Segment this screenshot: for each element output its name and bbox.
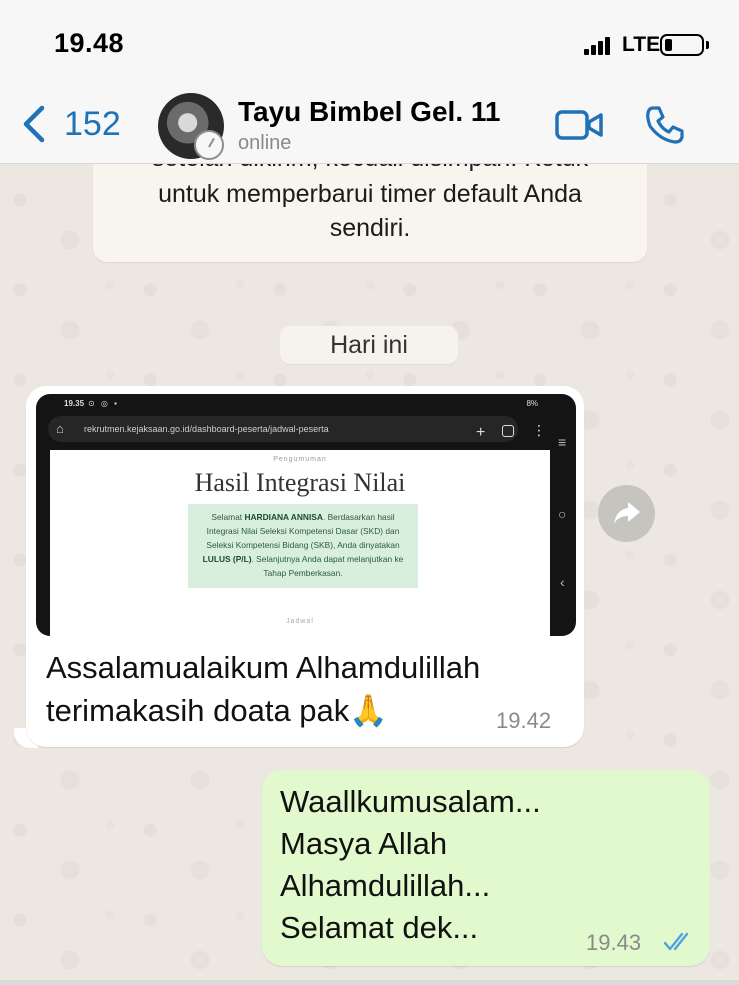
chevron-back-icon: ‹ [560, 574, 565, 590]
battery-icon [660, 34, 704, 56]
incoming-message[interactable]: 19.35 ⊙ ◎ ▪ 8% ⌂ rekrutmen.kejaksaan.go.… [26, 386, 584, 747]
battery-tip [706, 41, 709, 49]
screenshot-result-box: Selamat HARDIANA ANNISA. Berdasarkan has… [188, 504, 418, 588]
date-separator: Hari ini [280, 326, 458, 364]
result-intro: Selamat [211, 512, 243, 522]
screenshot-page: Pengumuman Hasil Integrasi Nilai Selamat… [50, 450, 550, 636]
phone-icon[interactable] [644, 104, 686, 146]
result-end: . Selanjutnya Anda dapat melanjutkan ke … [251, 554, 404, 578]
chat-header: 152 Tayu Bimbel Gel. 11 online [0, 88, 739, 164]
back-button[interactable]: 152 [18, 98, 121, 150]
chevron-left-icon [23, 105, 45, 143]
outgoing-text-line: Waallkumusalam... [280, 784, 541, 819]
outgoing-text-line: Masya Allah [280, 826, 448, 861]
result-status: LULUS (P/L) [202, 554, 252, 564]
screenshot-status-bar: 19.35 ⊙ ◎ ▪ 8% [36, 394, 576, 414]
image-attachment[interactable]: 19.35 ⊙ ◎ ▪ 8% ⌂ rekrutmen.kejaksaan.go.… [36, 394, 576, 636]
status-bar: 19.48 LTE [0, 0, 739, 88]
screenshot-footer-label: Jadwal [286, 618, 314, 625]
outgoing-text-line: Alhamdulillah... [280, 868, 491, 903]
screenshot-time: 19.35 [64, 399, 85, 408]
composer-divider [0, 980, 739, 985]
contact-status: online [238, 132, 292, 154]
home-icon: ⌂ [56, 421, 64, 436]
screenshot-side-nav: ≡ ○ ‹ [554, 434, 576, 634]
notice-line-3: sendiri. [329, 214, 411, 242]
screenshot-url: rekrutmen.kejaksaan.go.id/dashboard-pese… [84, 424, 329, 434]
screenshot-announcement-label: Pengumuman [273, 456, 327, 463]
forward-button[interactable] [598, 485, 655, 542]
read-receipt-icon [663, 932, 689, 951]
screenshot-status-icons: ⊙ ◎ ▪ [88, 399, 119, 408]
signal-icon [584, 35, 614, 55]
forward-icon [614, 502, 640, 524]
status-time: 19.48 [54, 28, 125, 58]
circle-icon: ○ [558, 506, 567, 522]
result-name: HARDIANA ANNISA [244, 512, 323, 522]
video-call-icon[interactable] [554, 106, 604, 144]
contact-name[interactable]: Tayu Bimbel Gel. 11 [238, 96, 500, 128]
unread-count: 152 [64, 104, 121, 143]
message-text-line-1: Assalamualaikum Alhamdulillah [46, 650, 481, 685]
menu-lines-icon: ≡ [558, 434, 567, 450]
timer-badge-icon [194, 130, 224, 160]
tabs-icon [502, 425, 514, 437]
network-type: LTE [622, 33, 661, 56]
notice-line-2: untuk memperbarui timer default Anda [158, 180, 582, 208]
message-text-line-2: terimakasih doata pak🙏 [46, 693, 388, 728]
screenshot-heading: Hasil Integrasi Nilai [194, 468, 406, 497]
screenshot-battery: 8% [526, 399, 538, 408]
screenshot-url-bar: ⌂ rekrutmen.kejaksaan.go.id/dashboard-pe… [48, 416, 518, 442]
more-vert-icon: ⋮ [532, 422, 546, 438]
outgoing-message[interactable]: Waallkumusalam... Masya Allah Alhamdulil… [262, 770, 710, 966]
message-time: 19.42 [496, 708, 552, 733]
message-time: 19.43 [586, 930, 642, 955]
outgoing-text-line: Selamat dek... [280, 910, 479, 945]
plus-icon: + [476, 424, 486, 441]
